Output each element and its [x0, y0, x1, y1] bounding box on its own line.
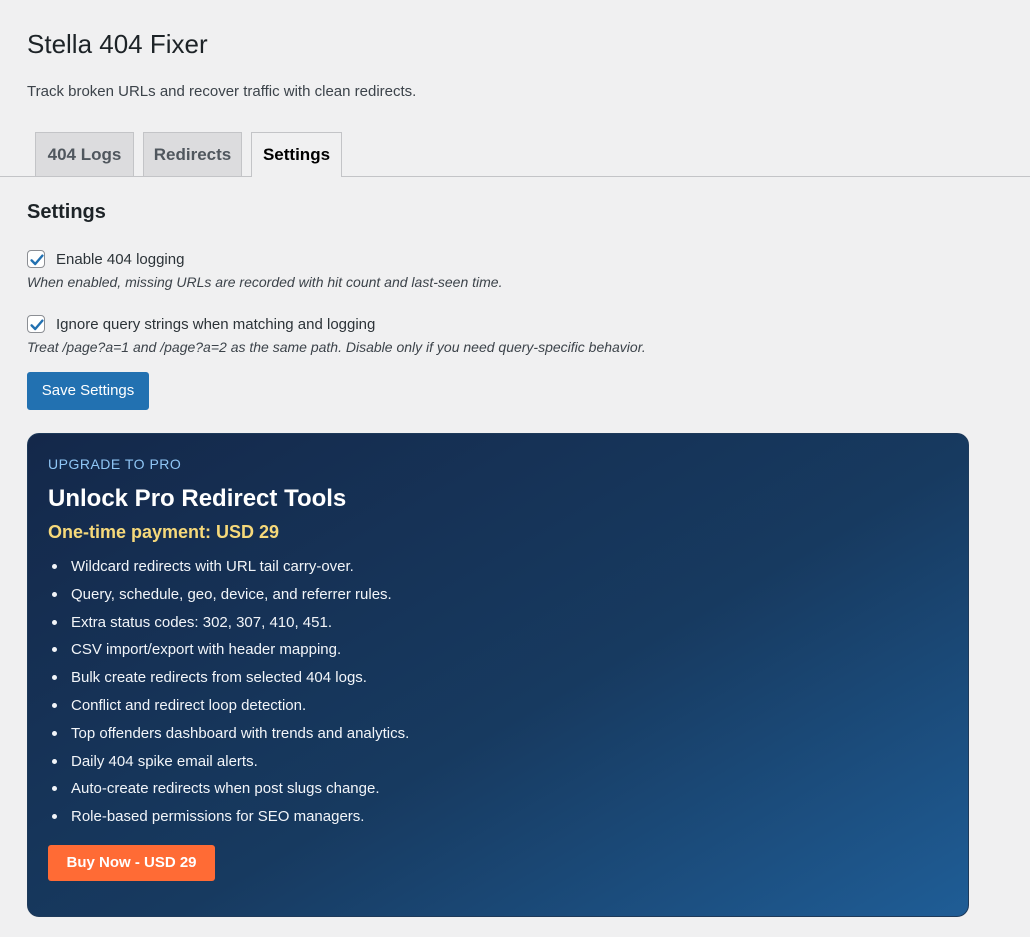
page-title: Stella 404 Fixer	[27, 29, 208, 59]
enable-logging-checkbox[interactable]	[27, 250, 45, 268]
nav-tabs: 404 Logs Redirects Settings	[0, 132, 1030, 177]
promo-title: Unlock Pro Redirect Tools	[48, 485, 347, 512]
feature-list: Wildcard redirects with URL tail carry-o…	[48, 556, 968, 834]
ignore-query-label[interactable]: Ignore query strings when matching and l…	[56, 316, 375, 333]
checkmark-icon	[30, 319, 44, 331]
promo-eyebrow: UPGRADE TO PRO	[48, 456, 182, 472]
buy-now-button[interactable]: Buy Now - USD 29	[48, 844, 215, 881]
feature-item: CSV import/export with header mapping.	[48, 639, 968, 667]
feature-item: Role-based permissions for SEO managers.	[48, 806, 968, 834]
option-ignore-query: Ignore query strings when matching and l…	[27, 313, 1030, 335]
ignore-query-description: Treat /page?a=1 and /page?a=2 as the sam…	[27, 339, 646, 355]
enable-logging-description: When enabled, missing URLs are recorded …	[27, 274, 503, 290]
option-enable-logging: Enable 404 logging	[27, 248, 1030, 270]
feature-item: Conflict and redirect loop detection.	[48, 695, 968, 723]
upgrade-promo-panel: UPGRADE TO PRO Unlock Pro Redirect Tools…	[27, 433, 969, 917]
promo-price: One-time payment: USD 29	[48, 522, 280, 542]
tab-redirects[interactable]: Redirects	[143, 132, 242, 176]
feature-item: Extra status codes: 302, 307, 410, 451.	[48, 612, 968, 640]
page-subtitle: Track broken URLs and recover traffic wi…	[27, 83, 417, 100]
settings-heading: Settings	[27, 201, 106, 223]
checkmark-icon	[30, 254, 44, 266]
feature-item: Top offenders dashboard with trends and …	[48, 723, 968, 751]
ignore-query-checkbox[interactable]	[27, 315, 45, 333]
feature-item: Wildcard redirects with URL tail carry-o…	[48, 556, 968, 584]
admin-page: Stella 404 Fixer Track broken URLs and r…	[0, 0, 1030, 410]
tab-404-logs[interactable]: 404 Logs	[35, 132, 134, 176]
feature-item: Bulk create redirects from selected 404 …	[48, 667, 968, 695]
feature-item: Daily 404 spike email alerts.	[48, 751, 968, 779]
feature-item: Query, schedule, geo, device, and referr…	[48, 584, 968, 612]
enable-logging-label[interactable]: Enable 404 logging	[56, 251, 184, 268]
feature-item: Auto-create redirects when post slugs ch…	[48, 778, 968, 806]
tab-settings[interactable]: Settings	[251, 132, 342, 177]
save-settings-button[interactable]: Save Settings	[27, 372, 149, 410]
